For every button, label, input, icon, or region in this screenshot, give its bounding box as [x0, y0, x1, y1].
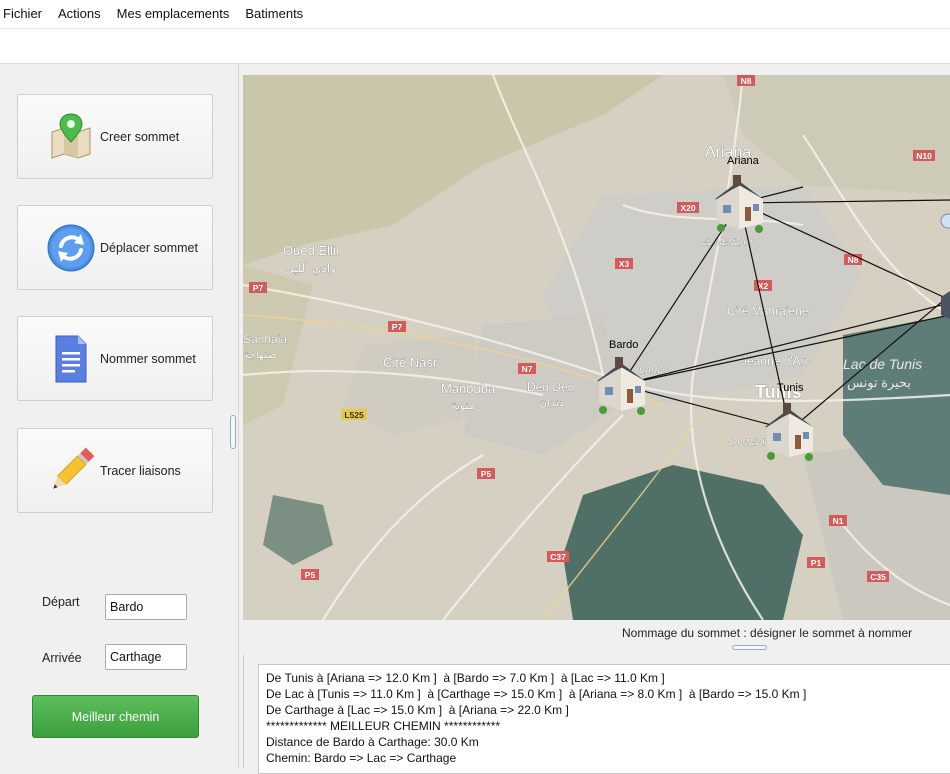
console-line: Distance de Bardo à Carthage: 30.0 Km — [266, 735, 479, 749]
name-vertex-button[interactable]: Nommer sommet — [17, 316, 213, 401]
output-console[interactable]: De Tunis à [Ariana => 12.0 Km ] à [Bardo… — [258, 664, 950, 774]
menu-bar: Fichier Actions Mes emplacements Batimen… — [0, 0, 950, 28]
console-frame — [243, 655, 244, 768]
road-badge: P7 — [253, 283, 264, 293]
road-badge: P5 — [481, 469, 492, 479]
place-label: وادي الليل — [285, 261, 336, 275]
place-label: منوبة — [451, 400, 475, 412]
panel-divider — [238, 64, 239, 768]
name-vertex-label: Nommer sommet — [100, 351, 196, 366]
create-vertex-button[interactable]: Creer sommet — [17, 94, 213, 179]
console-line: De Lac à [Tunis => 11.0 Km ] à [Carthage… — [266, 687, 807, 701]
road-badge: N1 — [833, 516, 844, 526]
status-hint: Nommage du sommet : désigner le sommet à… — [622, 626, 913, 640]
place-label: Cité Mahrajene — [727, 304, 809, 318]
vertex-label: Bardo — [609, 339, 638, 351]
road-badge: N10 — [916, 151, 932, 161]
vertex-label: Ariana — [727, 155, 760, 167]
document-icon — [44, 332, 98, 386]
place-label: صنهاجة — [243, 349, 277, 361]
console-line: ************* MEILLEUR CHEMIN **********… — [266, 719, 501, 733]
road-badge: X20 — [680, 203, 695, 213]
left-panel: Creer sommet Déplacer sommet Nommer somm… — [0, 64, 230, 768]
menu-mes-emplacements[interactable]: Mes emplacements — [109, 0, 238, 28]
map-pin-icon — [44, 110, 98, 164]
console-line: De Tunis à [Ariana => 12.0 Km ] à [Bardo… — [266, 671, 665, 685]
console-line: Chemin: Bardo => Lac => Carthage — [266, 751, 457, 765]
place-label: Manouba — [441, 381, 496, 396]
place-label: Oued Ellil — [283, 243, 339, 258]
road-badge: L525 — [344, 410, 364, 420]
vertex-offscreen[interactable] — [940, 213, 950, 229]
move-vertex-button[interactable]: Déplacer sommet — [17, 205, 213, 290]
vertical-splitter-handle[interactable] — [230, 415, 236, 449]
road-badge: P5 — [305, 570, 316, 580]
best-path-button[interactable]: Meilleur chemin — [32, 695, 199, 738]
vertex-label: Tunis — [777, 382, 804, 394]
toolbar — [0, 28, 950, 64]
arrivee-label: Arrivée — [42, 651, 82, 665]
road-badge: N8 — [741, 76, 752, 86]
place-label: بحيرة تونس — [847, 375, 911, 391]
pencil-icon — [44, 444, 98, 498]
move-vertex-label: Déplacer sommet — [100, 240, 198, 255]
place-label: EL MENZAH — [701, 237, 753, 247]
place-label: Den Den — [527, 380, 574, 394]
console-line: De Carthage à [Lac => 15.0 Km ] à [Arian… — [266, 703, 569, 717]
place-label: Lac de Tunis — [843, 356, 922, 372]
depart-label: Départ — [42, 595, 80, 609]
place-label: دندان — [539, 397, 564, 409]
arrivee-input[interactable] — [105, 644, 187, 670]
road-badge: X3 — [619, 259, 630, 269]
draw-links-label: Tracer liaisons — [100, 463, 181, 478]
road-badge: P7 — [392, 322, 403, 332]
road-badge: P1 — [811, 558, 822, 568]
draw-links-button[interactable]: Tracer liaisons — [17, 428, 213, 513]
road-badge: C37 — [550, 552, 566, 562]
depart-input[interactable] — [105, 594, 187, 620]
horizontal-splitter-handle[interactable] — [732, 645, 767, 650]
map-canvas[interactable]: N8 N10 X20 X3 N8 X2 P7 P7 N7 L525 P5 P5 … — [243, 75, 950, 620]
menu-fichier[interactable]: Fichier — [0, 0, 50, 28]
road-badge: C35 — [870, 572, 886, 582]
place-label: Cité Nasr — [383, 355, 438, 370]
place-label: Sanhaja — [243, 332, 287, 346]
menu-actions[interactable]: Actions — [50, 0, 109, 28]
create-vertex-label: Creer sommet — [100, 129, 180, 144]
refresh-icon — [44, 221, 98, 275]
road-badge: N7 — [522, 364, 533, 374]
menu-batiments[interactable]: Batiments — [237, 0, 311, 28]
